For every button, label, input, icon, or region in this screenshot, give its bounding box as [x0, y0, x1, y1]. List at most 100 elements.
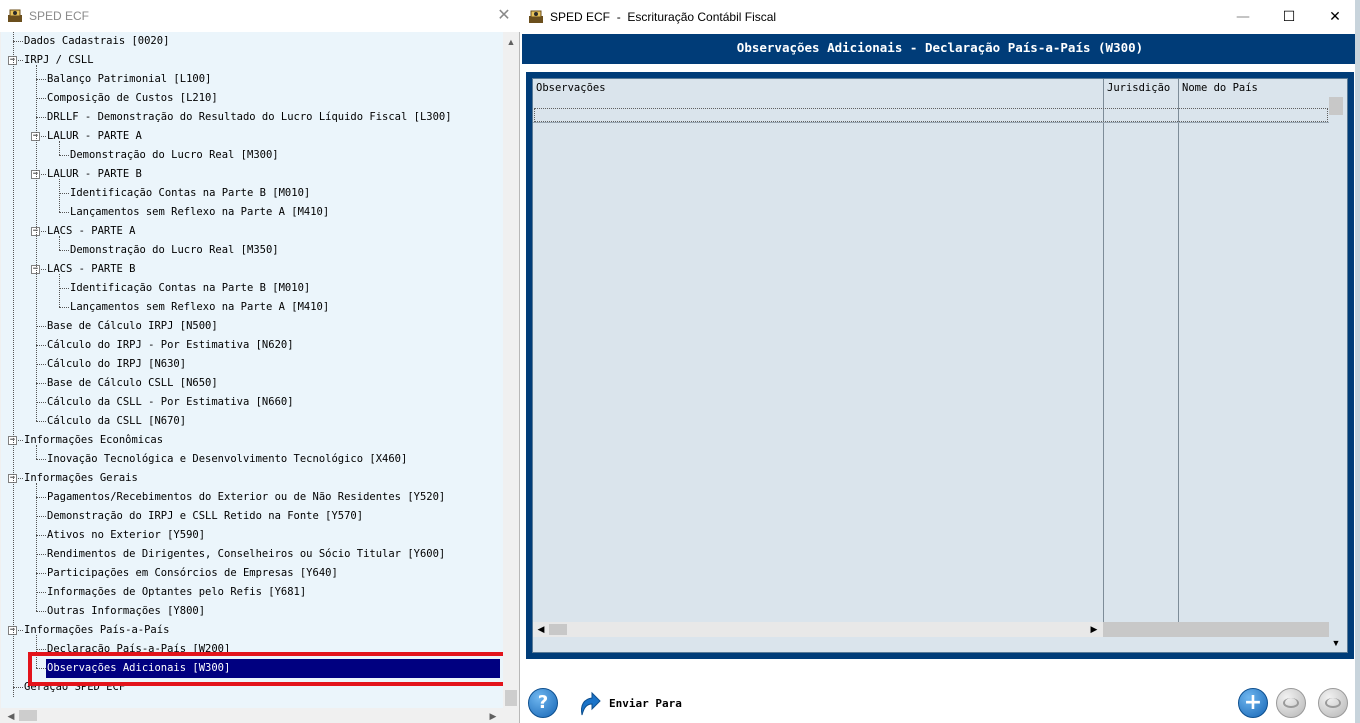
tree-item[interactable]: LALUR - PARTE B [46, 165, 143, 184]
tree-connector [59, 212, 69, 213]
left-titlebar[interactable]: SPED ECF ✕ [0, 0, 520, 32]
tree-item[interactable]: Cálculo do IRPJ - Por Estimativa [N620] [46, 336, 295, 355]
scroll-thumb[interactable] [549, 624, 567, 635]
grid-vertical-scrollbar[interactable]: ▼ [1329, 79, 1347, 652]
tree-item[interactable]: Cálculo da CSLL - Por Estimativa [N660] [46, 393, 295, 412]
tree-item[interactable]: Informações Econômicas [23, 431, 164, 450]
tree-item[interactable]: DRLLF - Demonstração do Resultado do Luc… [46, 108, 453, 127]
tree-item[interactable]: Base de Cálculo IRPJ [N500] [46, 317, 219, 336]
table-row[interactable] [534, 108, 1328, 122]
tree-item[interactable]: Pagamentos/Recebimentos do Exterior ou d… [46, 488, 446, 507]
disabled-icon [1325, 698, 1341, 708]
tree-item[interactable]: Balanço Patrimonial [L100] [46, 70, 212, 89]
column-header-observacoes[interactable]: Observações [533, 79, 1103, 99]
tree-item[interactable]: Informações de Optantes pelo Refis [Y681… [46, 583, 307, 602]
scroll-right-icon[interactable]: ▶ [485, 708, 501, 723]
right-window-title: SPED ECF - Escrituração Contábil Fiscal [550, 10, 776, 24]
tree-item[interactable]: Participações em Consórcios de Empresas … [46, 564, 339, 583]
tree-item[interactable]: Declaração País-a-País [W200] [46, 640, 231, 659]
main-window: SPED ECF - Escrituração Contábil Fiscal … [520, 0, 1360, 723]
tree-connector [36, 611, 46, 612]
tree-item[interactable]: Cálculo da CSLL [N670] [46, 412, 187, 431]
tree-connector [59, 288, 69, 289]
tree-item[interactable]: Geração SPED ECF [23, 678, 126, 697]
tree-connector [36, 535, 46, 536]
scroll-up-icon[interactable]: ▲ [503, 34, 519, 50]
tree-item[interactable]: IRPJ / CSLL [23, 51, 95, 70]
tree-item[interactable]: Identificação Contas na Parte B [M010] [69, 184, 311, 203]
tree-connector [13, 41, 23, 42]
tree-item[interactable]: LALUR - PARTE A [46, 127, 143, 146]
tree-connector [13, 687, 23, 688]
tree-vertical-scrollbar[interactable]: ▲ [503, 32, 519, 708]
tree-item-label: Informações Gerais [24, 472, 138, 484]
tree-item[interactable]: Cálculo do IRPJ [N630] [46, 355, 187, 374]
column-separator [1103, 79, 1104, 635]
tree-item[interactable]: Lançamentos sem Reflexo na Parte A [M410… [69, 203, 330, 222]
disabled-icon [1283, 698, 1299, 708]
tree-item[interactable]: LACS - PARTE B [46, 260, 137, 279]
tree-connector [59, 193, 69, 194]
tree-connector [36, 497, 46, 498]
scroll-track [1103, 622, 1329, 637]
sped-app-icon [528, 8, 544, 27]
tree-item[interactable]: Observações Adicionais [W300] [46, 659, 500, 678]
tree-connector [36, 516, 46, 517]
scroll-thumb[interactable] [505, 690, 517, 706]
right-titlebar[interactable]: SPED ECF - Escrituração Contábil Fiscal … [520, 0, 1360, 34]
scroll-right-icon[interactable]: ▶ [1086, 621, 1102, 637]
tree-item[interactable]: Ativos no Exterior [Y590] [46, 526, 206, 545]
scroll-left-icon[interactable]: ◀ [533, 621, 549, 637]
scroll-thumb[interactable] [19, 710, 37, 721]
tree-connector [36, 573, 46, 574]
tree-item-label: Informações Econômicas [24, 434, 164, 446]
tree-item[interactable]: Lançamentos sem Reflexo na Parte A [M410… [69, 298, 330, 317]
tree-connector [36, 649, 46, 650]
tree-item[interactable]: Informações Gerais [23, 469, 139, 488]
edit-record-button[interactable] [1276, 688, 1306, 718]
tree-connector [36, 65, 37, 421]
tree-horizontal-scrollbar[interactable]: ◀ ▶ [1, 708, 503, 723]
close-icon[interactable]: ✕ [1312, 0, 1358, 34]
tree-item-label: IRPJ / CSLL [24, 54, 94, 66]
tree-item-label: Demonstração do IRPJ e CSLL Retido na Fo… [47, 510, 364, 522]
send-arrow-icon[interactable] [574, 689, 602, 717]
tree-item-label: Declaração País-a-País [W200] [47, 643, 231, 655]
add-record-button[interactable]: + [1238, 688, 1268, 718]
scroll-left-icon[interactable]: ◀ [3, 708, 19, 723]
tree-item[interactable]: Demonstração do IRPJ e CSLL Retido na Fo… [46, 507, 364, 526]
tree-item-label: Pagamentos/Recebimentos do Exterior ou d… [47, 491, 446, 503]
tree-item[interactable]: Inovação Tecnológica e Desenvolvimento T… [46, 450, 408, 469]
tree-item[interactable]: Outras Informações [Y800] [46, 602, 206, 621]
tree-item-label: Balanço Patrimonial [L100] [47, 73, 212, 85]
tree-item[interactable]: Demonstração do Lucro Real [M300] [69, 146, 280, 165]
column-header-jurisdicao[interactable]: Jurisdição [1104, 79, 1178, 99]
tree-item-label: Cálculo do IRPJ - Por Estimativa [N620] [47, 339, 294, 351]
tree-item[interactable]: Informações País-a-País [23, 621, 170, 640]
column-header-nome-do-pais[interactable]: Nome do País [1179, 79, 1329, 99]
tree-item-label: Identificação Contas na Parte B [M010] [70, 187, 311, 199]
scroll-thumb[interactable] [1329, 97, 1343, 115]
minimize-icon[interactable]: — [1220, 0, 1266, 34]
close-icon[interactable]: ✕ [494, 6, 514, 26]
panel-header: Observações Adicionais - Declaração País… [522, 34, 1358, 64]
tree-item-label: LALUR - PARTE B [47, 168, 142, 180]
tree-item-label: Geração SPED ECF [24, 681, 126, 693]
tree-item[interactable]: LACS - PARTE A [46, 222, 137, 241]
tree-item[interactable]: Demonstração do Lucro Real [M350] [69, 241, 280, 260]
grid-horizontal-scrollbar[interactable]: ◀ ▶ [533, 622, 1329, 637]
delete-record-button[interactable] [1318, 688, 1348, 718]
tree-item[interactable]: Identificação Contas na Parte B [M010] [69, 279, 311, 298]
data-grid[interactable]: Observações Jurisdição Nome do País ▼ ◀ … [532, 78, 1348, 653]
tree-item[interactable]: Rendimentos de Dirigentes, Conselheiros … [46, 545, 446, 564]
maximize-icon[interactable]: ☐ [1266, 0, 1312, 34]
tree-connector [36, 668, 46, 669]
tree-item[interactable]: Base de Cálculo CSLL [N650] [46, 374, 219, 393]
scroll-down-icon[interactable]: ▼ [1328, 635, 1344, 651]
send-to-label[interactable]: Enviar Para [609, 697, 682, 710]
help-button[interactable]: ? [528, 688, 558, 718]
tree-item-label: Demonstração do Lucro Real [M300] [70, 149, 279, 161]
tree-item[interactable]: Composição de Custos [L210] [46, 89, 219, 108]
tree-item[interactable]: Dados Cadastrais [0020] [23, 32, 170, 51]
tree-item-label: Informações País-a-País [24, 624, 170, 636]
